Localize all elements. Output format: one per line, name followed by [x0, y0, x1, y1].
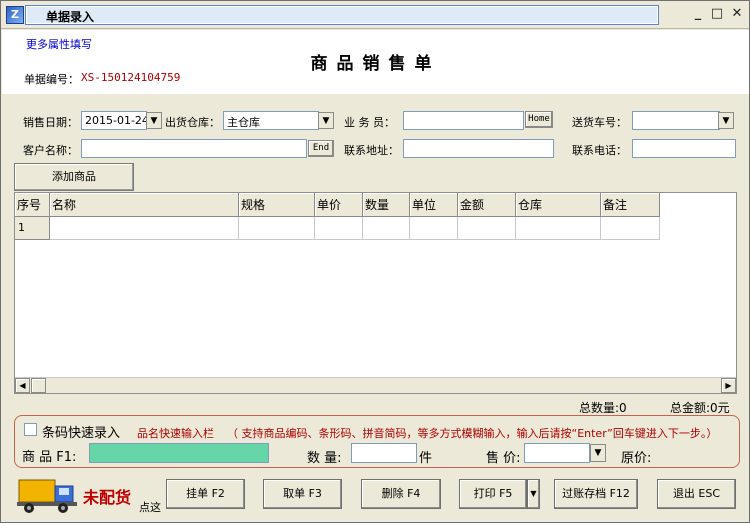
hint-text: （ 支持商品编码、条形码、拼音简码，等多方式模糊输入，输入后请按“Enter”回… [227, 427, 718, 440]
row-number-cell[interactable]: 1 [15, 217, 50, 240]
truck-icon [17, 479, 77, 513]
print-button[interactable]: 打印 F5 [459, 479, 527, 509]
quantity-label: 数 量: [307, 451, 342, 466]
chevron-down-icon: ▼ [530, 489, 537, 498]
header-area: 更多属性填写 商品销售单 单据编号： XS-150124104759 [2, 30, 749, 94]
phone-label: 联系电话： [572, 144, 627, 157]
product-input[interactable] [89, 443, 269, 463]
title-bar[interactable]: Z 单据录入 _ □ ✕ [1, 1, 749, 29]
doc-number: XS-150124104759 [81, 71, 181, 84]
column-header[interactable]: 序号 [15, 193, 50, 217]
doc-number-label: 单据编号： [24, 73, 79, 86]
table-cell[interactable] [363, 217, 410, 240]
end-button[interactable]: End [308, 140, 334, 157]
close-button[interactable]: ✕ [728, 7, 746, 23]
table-cell[interactable] [601, 217, 660, 240]
column-header[interactable]: 备注 [601, 193, 660, 217]
price-label: 售 价: [486, 451, 521, 466]
quantity-input[interactable] [351, 443, 417, 463]
add-product-button[interactable]: 添加商品 [14, 163, 134, 191]
scroll-right-icon[interactable]: ▶ [721, 378, 736, 393]
column-header[interactable]: 仓库 [516, 193, 601, 217]
table-cell[interactable] [410, 217, 458, 240]
horizontal-scrollbar[interactable]: ◀ ▶ [15, 377, 736, 393]
column-header[interactable]: 规格 [239, 193, 315, 217]
chevron-down-icon: ▼ [150, 116, 158, 126]
vehicle-dropdown[interactable]: ▼ [718, 112, 734, 129]
column-header[interactable]: 金额 [458, 193, 516, 217]
table-cell[interactable] [315, 217, 363, 240]
chevron-down-icon: ▼ [722, 116, 730, 126]
sale-date-field[interactable]: 2015-01-24 [81, 111, 147, 130]
sale-date-label: 销售日期： [23, 116, 78, 129]
post-save-button[interactable]: 过账存档 F12 [554, 479, 638, 509]
table-cell[interactable] [458, 217, 516, 240]
maximize-button[interactable]: □ [708, 7, 726, 23]
vehicle-label: 送货车号： [572, 116, 627, 129]
barcode-label: 条码快速录入 [42, 426, 121, 441]
home-button[interactable]: Home [525, 111, 553, 128]
column-header[interactable]: 数量 [363, 193, 410, 217]
click-hint[interactable]: 点这 [139, 499, 161, 515]
address-label: 联系地址： [344, 144, 399, 157]
delete-button[interactable]: 删除 F4 [361, 479, 441, 509]
salesman-field[interactable] [403, 111, 524, 130]
barcode-checkbox[interactable] [24, 423, 37, 436]
window-title: 单据录入 [46, 10, 95, 24]
table-cell[interactable] [516, 217, 601, 240]
price-dropdown[interactable]: ▼ [590, 444, 606, 462]
price-select[interactable] [524, 443, 590, 463]
app-icon: Z [6, 6, 24, 24]
table-row[interactable]: 1 [15, 217, 660, 240]
customer-label: 客户名称： [23, 144, 78, 157]
sale-date-dropdown[interactable]: ▼ [146, 112, 162, 129]
salesman-label: 业 务 员： [344, 116, 395, 129]
address-field[interactable] [403, 139, 554, 158]
product-grid[interactable]: 序号 名称 规格 单价 数量 单位 金额 仓库 备注 1 ◀ ▶ [14, 192, 737, 394]
table-cell[interactable] [239, 217, 315, 240]
warehouse-select[interactable]: 主仓库 [223, 111, 319, 130]
column-header[interactable]: 名称 [50, 193, 239, 217]
print-options-dropdown[interactable]: ▼ [527, 479, 540, 509]
scroll-thumb[interactable] [31, 378, 46, 393]
grid-header: 序号 名称 规格 单价 数量 单位 金额 仓库 备注 [15, 193, 660, 217]
column-header[interactable]: 单价 [315, 193, 363, 217]
retrieve-order-button[interactable]: 取单 F3 [263, 479, 342, 509]
warehouse-dropdown[interactable]: ▼ [318, 112, 334, 129]
app-window: Z 单据录入 _ □ ✕ 更多属性填写 商品销售单 单据编号： XS-15012… [0, 0, 750, 523]
warehouse-label: 出货仓库： [165, 116, 220, 129]
hint-title: 品名快速输入栏 [137, 427, 214, 440]
table-cell[interactable] [50, 217, 239, 240]
column-header[interactable]: 单位 [410, 193, 458, 217]
minimize-button[interactable]: _ [689, 7, 707, 23]
chevron-down-icon: ▼ [322, 116, 330, 126]
exit-button[interactable]: 退出 ESC [657, 479, 736, 509]
total-quantity: 总数量:0 [579, 401, 627, 415]
total-amount: 总金额:0元 [670, 401, 730, 415]
product-f1-label: 商 品 F1: [22, 450, 77, 465]
vehicle-select[interactable] [632, 111, 720, 130]
not-delivered-status[interactable]: 未配货 [83, 484, 131, 508]
title-field: 单据录入 [25, 5, 659, 25]
phone-field[interactable] [632, 139, 736, 158]
quantity-unit: 件 [419, 451, 433, 466]
customer-field[interactable] [81, 139, 307, 158]
original-price-label: 原价: [621, 451, 652, 466]
chevron-down-icon: ▼ [594, 448, 602, 458]
hold-order-button[interactable]: 挂单 F2 [166, 479, 245, 509]
scroll-left-icon[interactable]: ◀ [15, 378, 30, 393]
